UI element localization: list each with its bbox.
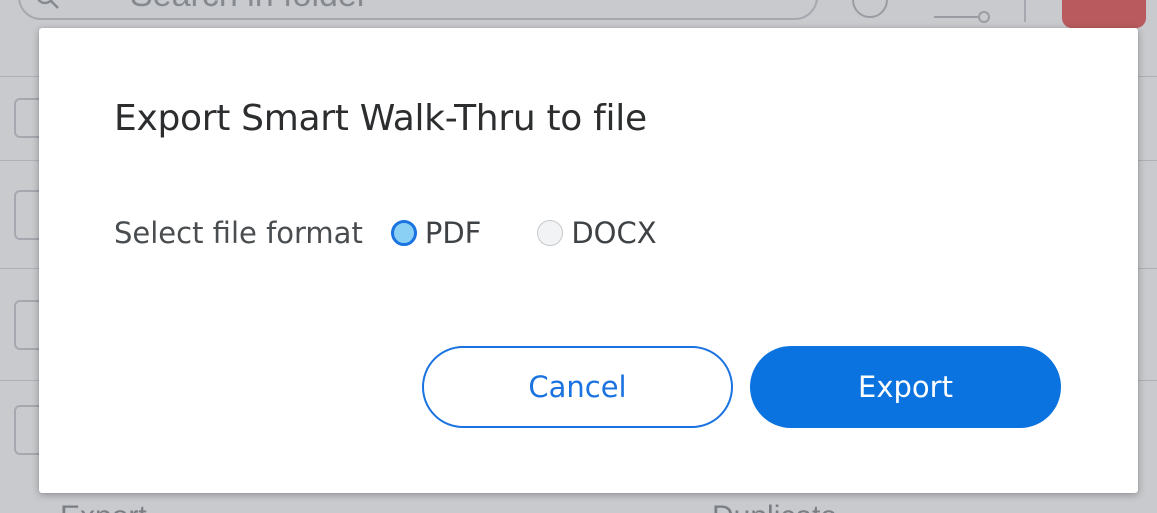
radio-selected-icon[interactable] <box>390 220 417 246</box>
cancel-button[interactable]: Cancel <box>422 346 733 428</box>
export-button[interactable]: Export <box>750 346 1061 428</box>
format-option-pdf[interactable]: PDF <box>390 216 482 250</box>
file-format-label: Select file format <box>114 216 363 250</box>
format-option-docx[interactable]: DOCX <box>537 216 657 250</box>
dialog-title: Export Smart Walk-Thru to file <box>114 98 647 139</box>
file-format-selector: Select file format PDF DOCX <box>114 208 713 258</box>
format-option-label: PDF <box>424 216 482 250</box>
format-option-label: DOCX <box>571 216 657 250</box>
export-dialog: Export Smart Walk-Thru to file Select fi… <box>39 28 1138 493</box>
radio-unselected-icon[interactable] <box>537 220 564 246</box>
